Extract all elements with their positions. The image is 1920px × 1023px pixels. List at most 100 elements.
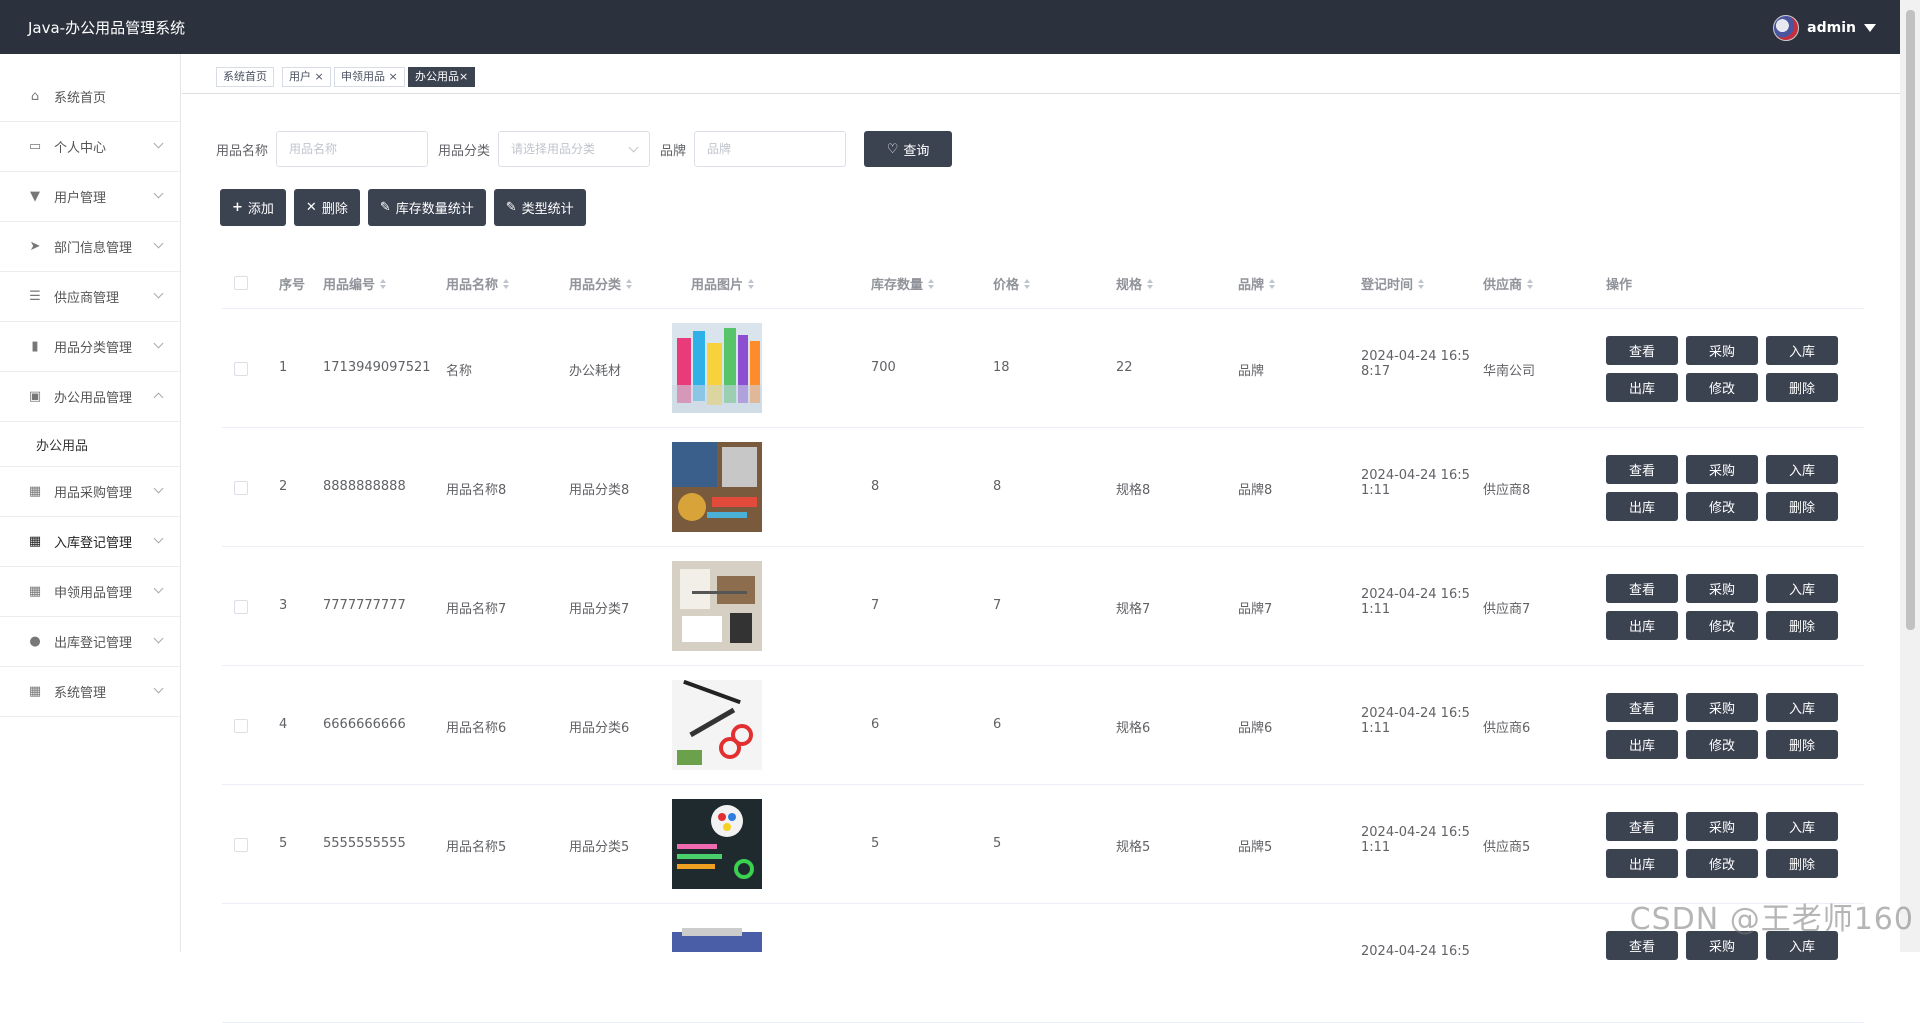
view-button[interactable]: 查看 xyxy=(1606,336,1678,365)
sidebar-item-purchase[interactable]: ▦用品采购管理 xyxy=(0,467,180,517)
avatar[interactable] xyxy=(1773,15,1799,41)
product-image[interactable] xyxy=(672,918,762,1008)
query-button[interactable]: ♡查询 xyxy=(864,131,952,167)
sidebar-item-system[interactable]: ▦系统管理 xyxy=(0,667,180,717)
edit-button[interactable]: 修改 xyxy=(1686,492,1758,521)
sort-icon[interactable] xyxy=(1147,279,1153,289)
purchase-button[interactable]: 采购 xyxy=(1686,812,1758,841)
cell-spec: 规格6 xyxy=(1116,717,1150,736)
select-all-checkbox[interactable] xyxy=(234,276,248,290)
brand-input[interactable]: 品牌 xyxy=(694,131,846,167)
submenu-item-supplies[interactable]: 办公用品 xyxy=(0,422,180,467)
user-menu[interactable]: admin xyxy=(1773,15,1876,41)
caret-down-icon[interactable] xyxy=(1864,24,1876,32)
purchase-button[interactable]: 采购 xyxy=(1686,574,1758,603)
view-button[interactable]: 查看 xyxy=(1606,812,1678,841)
edit-button[interactable]: 修改 xyxy=(1686,849,1758,878)
close-icon[interactable]: × xyxy=(315,70,324,83)
row-checkbox[interactable] xyxy=(234,481,248,495)
name-input[interactable]: 用品名称 xyxy=(276,131,428,167)
row-checkbox[interactable] xyxy=(234,719,248,733)
header-supplier[interactable]: 供应商 xyxy=(1483,274,1533,293)
outbound-button[interactable]: 出库 xyxy=(1606,373,1678,402)
row-checkbox[interactable] xyxy=(234,362,248,376)
header-time[interactable]: 登记时间 xyxy=(1361,274,1424,293)
purchase-button[interactable]: 采购 xyxy=(1686,455,1758,484)
delete-row-button[interactable]: 删除 xyxy=(1766,492,1838,521)
product-image[interactable] xyxy=(672,680,762,770)
sidebar-item-suppliers[interactable]: ☰供应商管理 xyxy=(0,272,180,322)
sidebar-item-supplies[interactable]: ▣办公用品管理 xyxy=(0,372,180,422)
sidebar-item-home[interactable]: ⌂系统首页 xyxy=(0,72,180,122)
header-stock[interactable]: 库存数量 xyxy=(871,274,934,293)
sidebar-item-categories[interactable]: ▮用品分类管理 xyxy=(0,322,180,372)
sidebar-item-users[interactable]: ▼用户管理 xyxy=(0,172,180,222)
delete-row-button[interactable]: 删除 xyxy=(1766,373,1838,402)
outbound-button[interactable]: 出库 xyxy=(1606,492,1678,521)
row-checkbox[interactable] xyxy=(234,600,248,614)
header-image[interactable]: 用品图片 xyxy=(691,274,754,293)
category-select[interactable]: 请选择用品分类 xyxy=(498,131,650,167)
add-button[interactable]: +添加 xyxy=(220,189,286,226)
table-row: 5 5555555555 用品名称5 用品分类5 5 5 规格5 品牌5 202… xyxy=(222,785,1864,904)
type-stats-button[interactable]: ✎类型统计 xyxy=(494,189,586,226)
product-image[interactable] xyxy=(672,442,762,532)
edit-button[interactable]: 修改 xyxy=(1686,611,1758,640)
header-code[interactable]: 用品编号 xyxy=(323,274,386,293)
header-name[interactable]: 用品名称 xyxy=(446,274,509,293)
tab-home[interactable]: 系统首页 xyxy=(216,67,274,87)
username[interactable]: admin xyxy=(1807,20,1856,36)
inbound-button[interactable]: 入库 xyxy=(1766,336,1838,365)
view-button[interactable]: 查看 xyxy=(1606,574,1678,603)
outbound-button[interactable]: 出库 xyxy=(1606,611,1678,640)
sidebar-item-inbound[interactable]: ▦入库登记管理 xyxy=(0,517,180,567)
sidebar-item-requisition[interactable]: ▦申领用品管理 xyxy=(0,567,180,617)
sort-icon[interactable] xyxy=(1527,279,1533,289)
purchase-button[interactable]: 采购 xyxy=(1686,693,1758,722)
scrollbar-thumb[interactable] xyxy=(1906,10,1915,630)
close-icon[interactable]: × xyxy=(389,70,398,83)
header-category[interactable]: 用品分类 xyxy=(569,274,632,293)
view-button[interactable]: 查看 xyxy=(1606,693,1678,722)
sort-icon[interactable] xyxy=(626,279,632,289)
sort-icon[interactable] xyxy=(1024,279,1030,289)
outbound-button[interactable]: 出库 xyxy=(1606,849,1678,878)
sort-icon[interactable] xyxy=(1269,279,1275,289)
header-price[interactable]: 价格 xyxy=(993,274,1030,293)
sidebar-item-profile[interactable]: ▭个人中心 xyxy=(0,122,180,172)
header-spec[interactable]: 规格 xyxy=(1116,274,1153,293)
edit-button[interactable]: 修改 xyxy=(1686,373,1758,402)
sort-icon[interactable] xyxy=(503,279,509,289)
close-icon[interactable]: × xyxy=(459,70,468,83)
product-image[interactable] xyxy=(672,561,762,651)
outbound-button[interactable]: 出库 xyxy=(1606,730,1678,759)
row-checkbox[interactable] xyxy=(234,838,248,852)
delete-row-button[interactable]: 删除 xyxy=(1766,849,1838,878)
inbound-button[interactable]: 入库 xyxy=(1766,574,1838,603)
page-scrollbar[interactable] xyxy=(1900,0,1920,952)
sort-icon[interactable] xyxy=(748,279,754,289)
product-image[interactable] xyxy=(672,323,762,413)
delete-row-button[interactable]: 删除 xyxy=(1766,730,1838,759)
stock-stats-button[interactable]: ✎库存数量统计 xyxy=(368,189,486,226)
sort-icon[interactable] xyxy=(1418,279,1424,289)
view-button[interactable]: 查看 xyxy=(1606,455,1678,484)
edit-button[interactable]: 修改 xyxy=(1686,730,1758,759)
time-line1: 2024-04-24 16:5 xyxy=(1361,349,1470,364)
sidebar-item-departments[interactable]: ➤部门信息管理 xyxy=(0,222,180,272)
inbound-button[interactable]: 入库 xyxy=(1766,693,1838,722)
inbound-button[interactable]: 入库 xyxy=(1766,455,1838,484)
delete-row-button[interactable]: 删除 xyxy=(1766,611,1838,640)
purchase-button[interactable]: 采购 xyxy=(1686,336,1758,365)
product-image[interactable] xyxy=(672,799,762,889)
tab-users[interactable]: 用户 × xyxy=(282,67,331,87)
sort-icon[interactable] xyxy=(928,279,934,289)
header-brand[interactable]: 品牌 xyxy=(1238,274,1275,293)
sidebar-item-outbound[interactable]: ●出库登记管理 xyxy=(0,617,180,667)
tab-requisition[interactable]: 申领用品 × xyxy=(334,67,405,87)
delete-button[interactable]: ✕删除 xyxy=(294,189,360,226)
inbound-button[interactable]: 入库 xyxy=(1766,812,1838,841)
grid-icon: ▦ xyxy=(28,685,42,699)
tab-supplies[interactable]: 办公用品× xyxy=(408,67,475,87)
sort-icon[interactable] xyxy=(380,279,386,289)
